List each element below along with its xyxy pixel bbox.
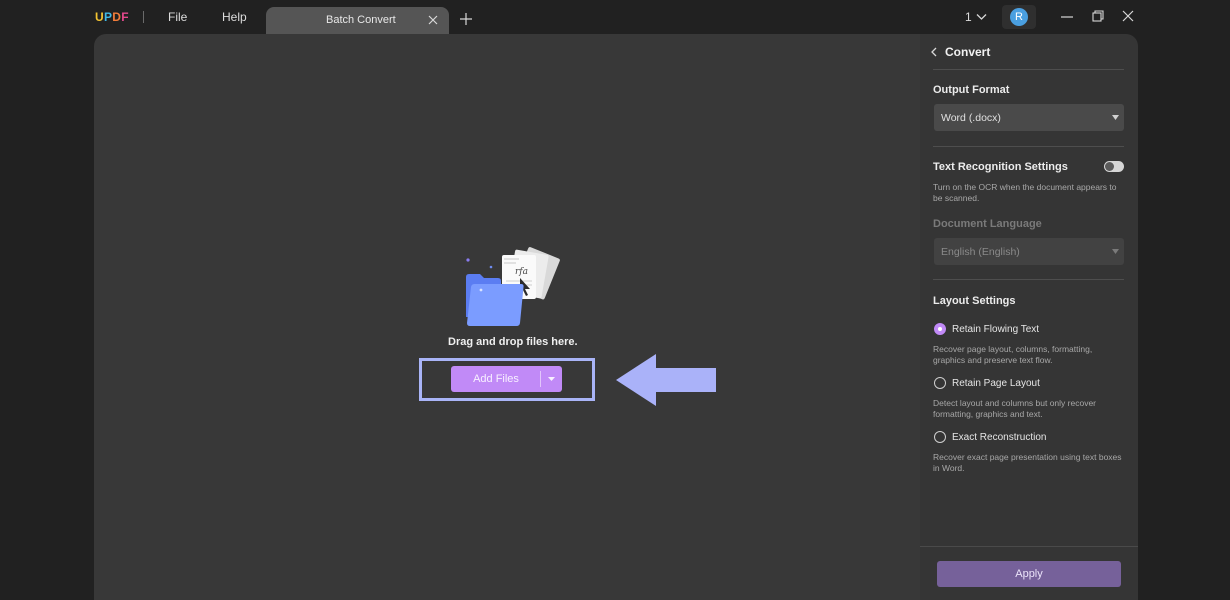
folder-files-illustration: rfa <box>466 247 560 326</box>
drop-area[interactable]: rfa Drag and drop files here. Add Files <box>94 34 920 600</box>
toggle-knob <box>1105 162 1114 171</box>
page-counter[interactable]: 1 <box>965 10 972 24</box>
footer-divider <box>920 546 1138 547</box>
retain-flowing-text-label[interactable]: Retain Flowing Text <box>952 324 1039 335</box>
divider <box>933 146 1124 147</box>
output-format-select[interactable]: Word (.docx) <box>934 104 1124 131</box>
menu-help[interactable]: Help <box>222 10 247 24</box>
retain-page-layout-help: Detect layout and columns but only recov… <box>933 398 1097 419</box>
logo-letter: P <box>103 10 113 24</box>
output-format-value: Word (.docx) <box>941 112 1001 124</box>
logo-letter: F <box>121 10 129 24</box>
radio-exact-reconstruction[interactable] <box>934 431 946 443</box>
caret-down-icon <box>1112 115 1119 120</box>
retain-page-layout-label[interactable]: Retain Page Layout <box>952 378 1040 389</box>
divider <box>933 279 1124 280</box>
chevron-left-icon[interactable] <box>930 47 938 57</box>
close-window-icon[interactable] <box>1122 10 1134 22</box>
text-recognition-label: Text Recognition Settings <box>933 161 1068 173</box>
ocr-toggle[interactable] <box>1104 161 1124 172</box>
pointer-arrow-icon <box>616 354 716 406</box>
divider <box>933 69 1124 70</box>
radio-retain-page-layout[interactable] <box>934 377 946 389</box>
plus-icon[interactable] <box>459 12 473 26</box>
button-divider <box>540 371 541 387</box>
logo-letter: U <box>95 10 104 24</box>
add-files-label: Add Files <box>473 373 519 385</box>
document-language-value: English (English) <box>941 246 1020 258</box>
exact-reconstruction-help: Recover exact page presentation using te… <box>933 452 1122 473</box>
account-button[interactable]: R <box>1002 5 1036 29</box>
add-files-button[interactable]: Add Files <box>451 366 562 392</box>
caret-down-icon <box>1112 249 1119 254</box>
document-language-select[interactable]: English (English) <box>934 238 1124 265</box>
output-format-label: Output Format <box>933 84 1010 96</box>
panel-title: Convert <box>945 45 991 59</box>
layout-settings-label: Layout Settings <box>933 295 1016 307</box>
document-language-label: Document Language <box>933 218 1042 230</box>
apply-button[interactable]: Apply <box>937 561 1121 587</box>
convert-panel: Convert Output Format Word (.docx) Text … <box>920 34 1138 600</box>
close-icon[interactable] <box>427 13 439 27</box>
ocr-help-text: Turn on the OCR when the document appear… <box>933 182 1117 203</box>
retain-flowing-text-help: Recover page layout, columns, formatting… <box>933 344 1093 365</box>
minimize-icon[interactable] <box>1061 11 1073 23</box>
tab-batch-convert[interactable]: Batch Convert <box>266 7 449 34</box>
chevron-down-icon[interactable] <box>976 13 987 21</box>
restore-icon[interactable] <box>1092 10 1104 22</box>
exact-reconstruction-label[interactable]: Exact Reconstruction <box>952 432 1047 443</box>
updf-logo[interactable]: UPDF <box>95 10 129 24</box>
logo-letter: D <box>112 10 122 24</box>
dropdown-caret-icon[interactable] <box>547 376 556 382</box>
title-bar: UPDF File Help Batch Convert 1 R <box>0 0 1230 34</box>
avatar: R <box>1010 8 1028 26</box>
svg-text:rfa: rfa <box>515 267 528 277</box>
radio-retain-flowing-text[interactable] <box>934 323 946 335</box>
drop-hint: Drag and drop files here. <box>448 336 578 348</box>
tab-label: Batch Convert <box>326 14 396 26</box>
menu-divider <box>143 11 144 23</box>
menu-file[interactable]: File <box>168 10 187 24</box>
